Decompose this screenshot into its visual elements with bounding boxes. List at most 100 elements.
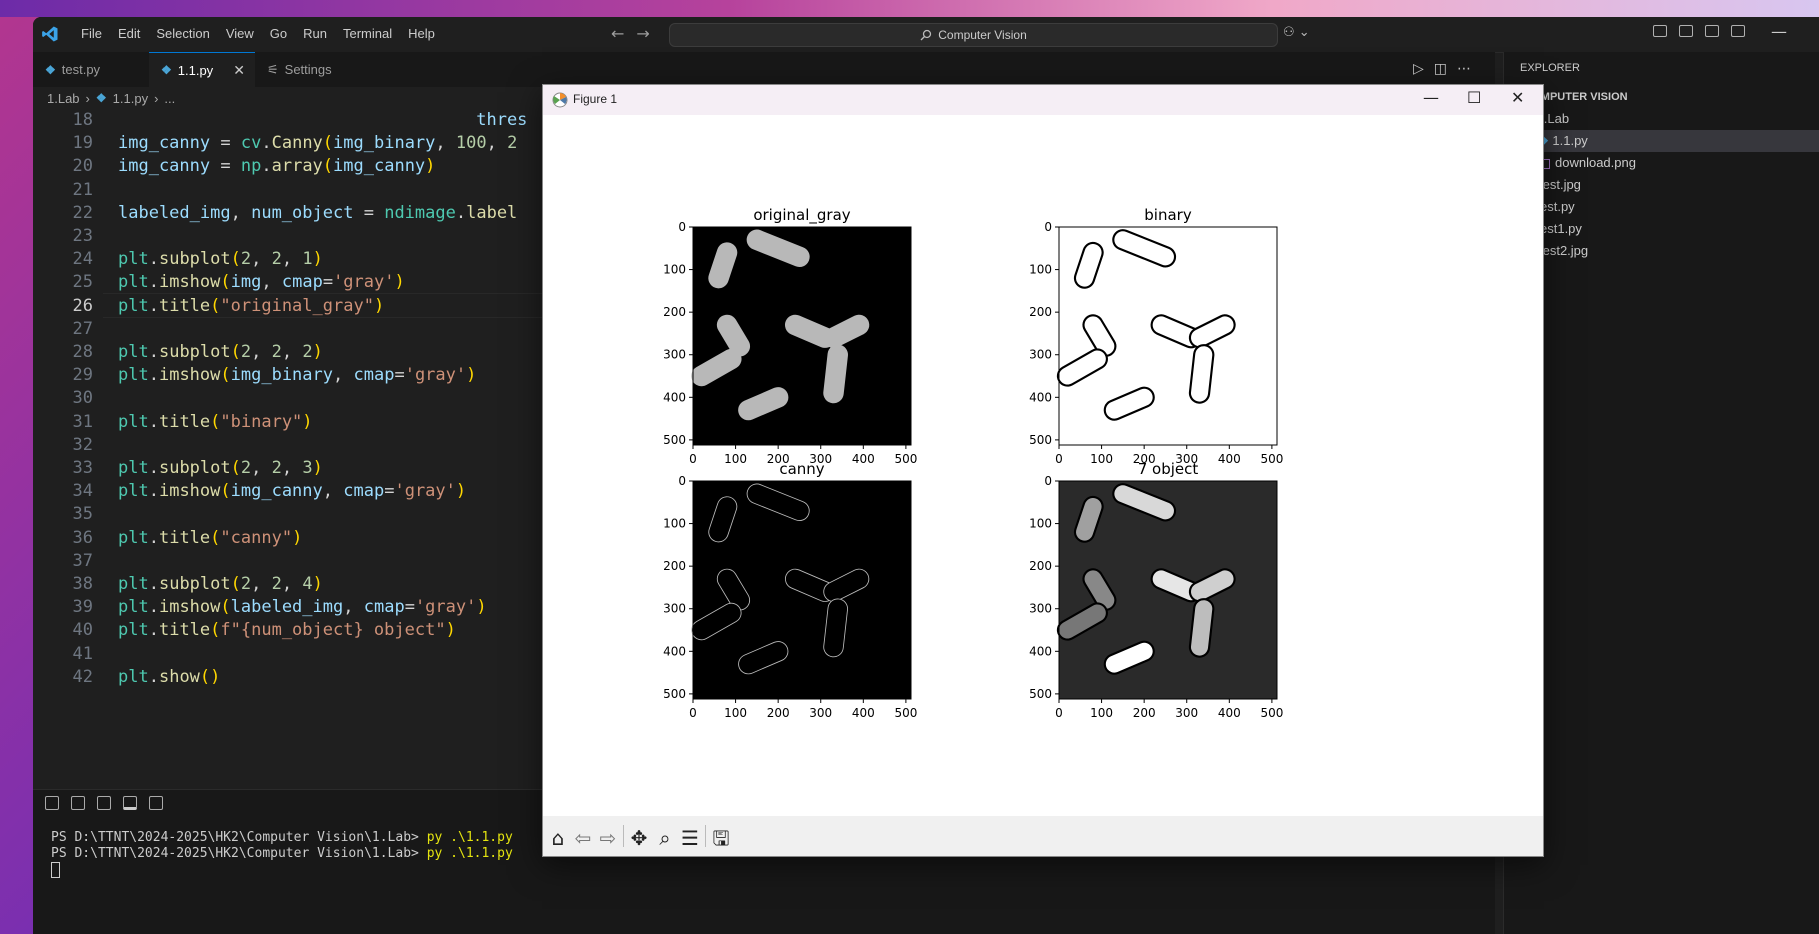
breadcrumb: 1.Lab › ❖ 1.1.py › ... [47,87,175,109]
layout-controls [1653,25,1745,37]
breadcrumb-file[interactable]: 1.1.py [113,91,148,106]
code-text: plt.subplot(2, 2, 2) [118,342,323,362]
y-tick-label: 100 [663,263,686,277]
menu-file[interactable]: File [73,26,110,41]
tab-settings[interactable]: ⚟ Settings [255,52,365,87]
home-icon[interactable]: ⌂ [546,826,570,850]
line-number: 29 [72,365,93,386]
subplot-title: 7 object [1138,460,1199,478]
bacterium-shape [717,569,750,610]
line-number: 37 [72,550,93,571]
back-arrow-icon[interactable]: ⇦ [571,826,595,850]
command-center-search[interactable]: Computer Vision [669,23,1278,47]
menu-view[interactable]: View [218,26,262,41]
output-icon[interactable] [71,796,85,810]
explorer-sidebar: EXPLORER ⌄ COMPUTER VISION ⌄ 1.Lab ❖ 1.1… [1503,52,1819,934]
ports-icon[interactable] [149,796,163,810]
line-number: 34 [72,481,93,502]
explorer-file-download-png[interactable]: download.png [1538,152,1636,174]
terminal-cursor [51,862,60,878]
bacterium-shape [1084,316,1115,355]
explorer-title: EXPLORER [1520,62,1580,74]
bacterium-shape [1152,570,1200,601]
configure-subplots-icon[interactable]: ☰ [678,826,702,850]
problems-icon[interactable] [45,796,59,810]
code-text: plt.imshow(img, cmap='gray') [118,272,405,293]
forward-arrow-icon[interactable]: → [636,24,661,43]
figure-close-button[interactable]: ✕ [1511,88,1524,107]
save-icon[interactable]: 🖫 [709,826,733,850]
code-text: plt.subplot(2, 2, 4) [118,574,323,594]
line-number: 18 [72,110,93,130]
menu-edit[interactable]: Edit [110,26,148,41]
bacterium-shape [1105,642,1153,673]
bacterium-shape [738,387,789,421]
breadcrumb-more[interactable]: ... [164,91,175,106]
tab-test-py[interactable]: ❖ test.py [33,52,149,87]
terminal-prompt: PS D:\TTNT\2024-2025\HK2\Computer Vision… [51,830,419,845]
terminal-output[interactable]: PS D:\TTNT\2024-2025\HK2\Computer Vision… [51,830,513,879]
breadcrumb-folder[interactable]: 1.Lab [47,91,80,106]
code-text: plt.show() [118,666,221,687]
minimize-button[interactable]: — [1771,22,1787,41]
line-number: 26 [72,295,93,316]
bacterium-shape [823,344,848,404]
y-tick-label: 200 [663,305,686,319]
line-number: 40 [72,620,93,641]
figure-canvas[interactable]: original_gray001001002002003003004004005… [543,115,1543,815]
bacterium-shape [709,497,737,542]
bacterium-shape [1076,244,1102,287]
code-text: labeled_img, num_object = ndimage.label [118,202,518,223]
matplotlib-toolbar: ⌂ ⇦ ⇨ ✥ ⌕ ☰ 🖫 [543,816,1543,856]
pan-icon[interactable]: ✥ [627,826,651,850]
python-icon: ❖ [95,91,107,105]
explorer-file-1-1-py[interactable]: ❖ 1.1.py [1504,130,1819,152]
tab-1-1-py[interactable]: ❖ 1.1.py ✕ [149,52,255,87]
x-tick-label: 100 [1090,452,1113,466]
back-arrow-icon[interactable]: ← [611,24,636,43]
menu-terminal[interactable]: Terminal [335,26,400,41]
copilot-icon[interactable]: ⚇ ⌄ [1283,25,1310,40]
customize-layout-icon[interactable] [1653,25,1667,37]
x-tick-label: 300 [1175,706,1198,720]
toggle-sidebar-icon[interactable] [1679,25,1693,37]
terminal-prompt: PS D:\TTNT\2024-2025\HK2\Computer Vision… [51,846,419,861]
x-tick-label: 500 [1260,706,1283,720]
title-bar: File Edit Selection View Go Run Terminal… [33,17,1819,53]
split-editor-icon[interactable]: ◫ [1434,61,1457,77]
close-icon[interactable]: ✕ [233,62,245,79]
x-tick-label: 500 [1260,452,1283,466]
forward-arrow-icon[interactable]: ⇨ [596,826,620,850]
run-icon[interactable]: ▷ [1413,61,1434,77]
nav-arrows: ←→ [611,24,662,43]
python-icon: ❖ [45,62,56,77]
bacterium-shape [1190,346,1213,402]
line-number: 27 [72,318,93,339]
figure-maximize-button[interactable]: ☐ [1467,88,1481,107]
matplotlib-logo-icon [552,92,568,108]
toggle-panel-icon[interactable] [1705,25,1719,37]
y-tick-label: 300 [1029,348,1052,362]
bacterium-shape [708,242,738,289]
zoom-icon[interactable]: ⌕ [653,826,677,850]
y-tick-label: 500 [663,433,686,447]
line-number: 38 [72,574,93,594]
menu-selection[interactable]: Selection [148,26,217,41]
menu-run[interactable]: Run [295,26,335,41]
toggle-secondary-sidebar-icon[interactable] [1731,25,1745,37]
bacterium-shape [823,314,870,348]
bacterium-shape [1190,600,1213,656]
y-tick-label: 500 [1029,433,1052,447]
debug-console-icon[interactable] [97,796,111,810]
y-tick-label: 400 [663,390,686,404]
terminal-icon[interactable] [123,796,137,810]
toolbar-separator [705,825,706,847]
figure-minimize-button[interactable]: — [1423,88,1439,107]
x-tick-label: 200 [1133,706,1156,720]
line-number: 21 [72,179,93,200]
menu-help[interactable]: Help [400,26,443,41]
more-icon[interactable]: ⋯ [1457,61,1481,77]
menu-go[interactable]: Go [262,26,295,41]
x-tick-label: 100 [724,452,747,466]
line-number: 39 [72,597,93,618]
